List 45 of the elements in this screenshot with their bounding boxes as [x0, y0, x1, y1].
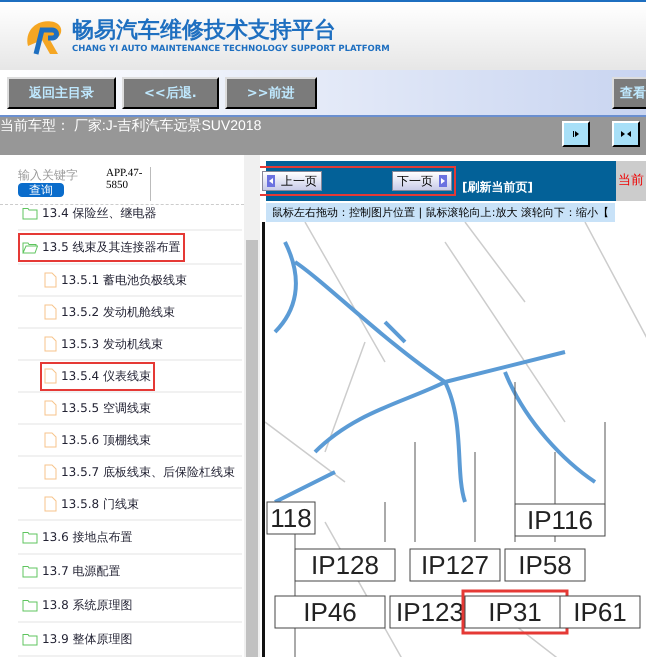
scrollbar[interactable]: [244, 155, 260, 657]
tree-item[interactable]: 13.5.4 仪表线束: [18, 361, 242, 393]
wiring-diagram[interactable]: 118 IP116 IP128 IP127 IP58 IP46 IP123 IP31 IP61: [262, 222, 646, 657]
tree-item[interactable]: 13.6 接地点布置: [18, 521, 242, 555]
tree-item[interactable]: 13.4 保险丝、继电器: [18, 205, 242, 231]
tree-item[interactable]: 13.5.2 发动机舱线束: [18, 297, 242, 329]
connector-label: IP128: [311, 550, 379, 580]
refresh-link[interactable]: [刷新当前页]: [462, 178, 533, 196]
current-label: 当前: [616, 161, 646, 201]
site-title: 畅易汽车维修技术支持平台: [72, 18, 337, 44]
current-car-text: 当前车型： 厂家:J-吉利汽车远景SUV2018: [0, 117, 262, 135]
document-icon: [44, 304, 57, 320]
left-arrow-icon: [267, 175, 275, 187]
connector-label: IP61: [573, 597, 627, 627]
connector-label: IP127: [421, 550, 489, 580]
document-icon: [44, 400, 57, 416]
tree-item[interactable]: 13.8 系统原理图: [18, 589, 242, 623]
expand-icon[interactable]: [612, 121, 640, 147]
tree-item[interactable]: 13.5.8 门线束: [18, 489, 242, 521]
right-arrow-icon: [439, 175, 447, 187]
tree-item[interactable]: 13.5.1 蓄电池负极线束: [18, 265, 242, 297]
tree-item[interactable]: 13.5.3 发动机线束: [18, 329, 242, 361]
document-icon: [44, 368, 57, 384]
connector-label: IP58: [518, 550, 572, 580]
document-icon: [44, 336, 57, 352]
document-icon: [44, 496, 57, 512]
tree-item[interactable]: 13.5.5 空调线束: [18, 393, 242, 425]
tree-item[interactable]: 13.5.6 顶棚线束: [18, 425, 242, 457]
next-page-button[interactable]: 下一页: [392, 171, 452, 191]
connector-label: IP123: [396, 597, 464, 627]
connector-label: 118: [270, 503, 312, 533]
connector-label: IP46: [303, 597, 357, 627]
previous-page-button[interactable]: 上一页: [262, 171, 322, 191]
document-icon: [44, 432, 57, 448]
connector-label: IP116: [527, 505, 593, 535]
document-icon: [44, 272, 57, 288]
site-subtitle: CHANG YI AUTO MAINTENANCE TECHNOLOGY SUPPORT PLATFORM: [72, 44, 390, 54]
code-text: APP.47-5850: [106, 167, 151, 201]
tree-item[interactable]: 13.9 整体原理图: [18, 623, 242, 657]
tree-item[interactable]: 13.7 电源配置: [18, 555, 242, 589]
search-button[interactable]: 查询: [18, 183, 64, 197]
document-icon: [44, 464, 57, 480]
collapse-icon[interactable]: [562, 121, 590, 147]
connector-label: IP31: [488, 597, 542, 627]
tree-item[interactable]: 13.5.7 底板线束、后保险杠线束: [18, 457, 242, 489]
